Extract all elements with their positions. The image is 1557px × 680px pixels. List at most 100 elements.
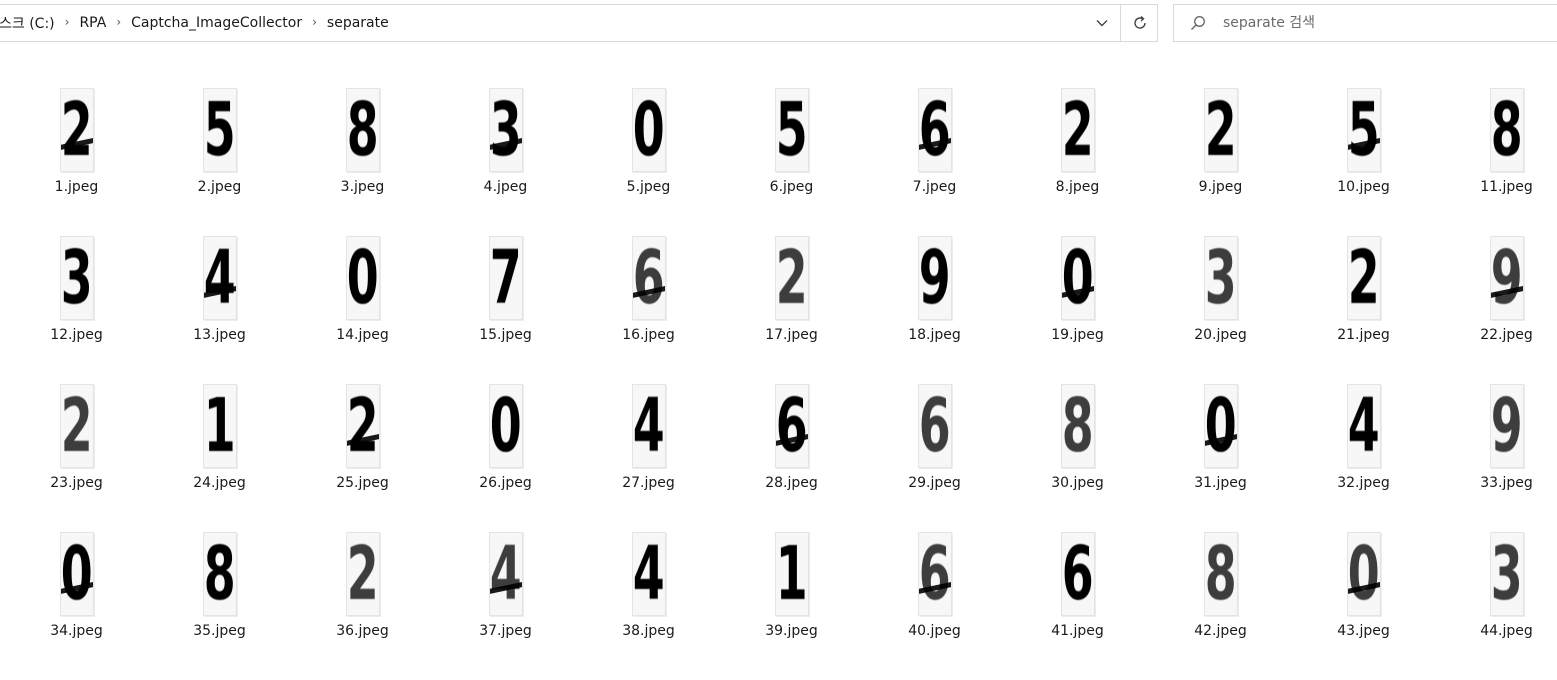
file-item[interactable]: 2 25.jpeg: [291, 384, 434, 532]
file-name: 30.jpeg: [1051, 475, 1104, 491]
file-item[interactable]: 9 33.jpeg: [1435, 384, 1557, 532]
file-name: 13.jpeg: [193, 327, 246, 343]
file-name: 4.jpeg: [483, 179, 528, 195]
breadcrumb-item-drive[interactable]: 스크 (C:): [0, 13, 61, 33]
breadcrumb-item-separate[interactable]: separate: [321, 15, 395, 31]
file-item[interactable]: 3 12.jpeg: [5, 236, 148, 384]
file-name: 44.jpeg: [1480, 623, 1533, 639]
file-thumbnail: 2: [59, 88, 94, 172]
file-item[interactable]: 3 44.jpeg: [1435, 532, 1557, 680]
breadcrumb-item-rpa[interactable]: RPA: [73, 15, 112, 31]
file-name: 6.jpeg: [769, 179, 814, 195]
file-item[interactable]: 2 17.jpeg: [720, 236, 863, 384]
file-thumbnail: 4: [1346, 384, 1381, 468]
file-thumbnail: 5: [202, 88, 237, 172]
refresh-button[interactable]: [1120, 5, 1158, 41]
chevron-down-icon: [1096, 20, 1108, 27]
file-thumbnail: 2: [59, 384, 94, 468]
captcha-glyph: 6: [918, 532, 951, 616]
file-item[interactable]: 7 15.jpeg: [434, 236, 577, 384]
captcha-glyph: 2: [1204, 88, 1237, 172]
chevron-right-icon[interactable]: ›: [308, 15, 321, 29]
search-input[interactable]: [1223, 15, 1543, 31]
file-item[interactable]: 6 7.jpeg: [863, 88, 1006, 236]
file-thumbnail: 6: [1060, 532, 1095, 616]
file-item[interactable]: 4 38.jpeg: [577, 532, 720, 680]
file-item[interactable]: 6 41.jpeg: [1006, 532, 1149, 680]
file-item[interactable]: 6 28.jpeg: [720, 384, 863, 532]
file-thumbnail: 8: [1203, 532, 1238, 616]
file-item[interactable]: 4 27.jpeg: [577, 384, 720, 532]
captcha-glyph: 2: [775, 236, 808, 320]
file-item[interactable]: 0 43.jpeg: [1292, 532, 1435, 680]
search-box[interactable]: [1173, 4, 1557, 42]
file-thumbnail: 0: [59, 532, 94, 616]
chevron-right-icon[interactable]: ›: [112, 15, 125, 29]
file-item[interactable]: 5 10.jpeg: [1292, 88, 1435, 236]
file-item[interactable]: 3 20.jpeg: [1149, 236, 1292, 384]
file-item[interactable]: 4 13.jpeg: [148, 236, 291, 384]
file-name: 38.jpeg: [622, 623, 675, 639]
file-item[interactable]: 2 9.jpeg: [1149, 88, 1292, 236]
file-item[interactable]: 0 19.jpeg: [1006, 236, 1149, 384]
captcha-glyph: 8: [1061, 384, 1094, 468]
file-item[interactable]: 0 34.jpeg: [5, 532, 148, 680]
file-item[interactable]: 0 5.jpeg: [577, 88, 720, 236]
file-item[interactable]: 8 11.jpeg: [1435, 88, 1557, 236]
file-name: 39.jpeg: [765, 623, 818, 639]
file-thumbnail: 4: [488, 532, 523, 616]
file-name: 21.jpeg: [1337, 327, 1390, 343]
file-item[interactable]: 2 36.jpeg: [291, 532, 434, 680]
file-name: 32.jpeg: [1337, 475, 1390, 491]
file-name: 35.jpeg: [193, 623, 246, 639]
captcha-glyph: 0: [60, 532, 93, 616]
file-item[interactable]: 3 4.jpeg: [434, 88, 577, 236]
address-history-button[interactable]: [1086, 5, 1118, 41]
file-item[interactable]: 8 42.jpeg: [1149, 532, 1292, 680]
address-bar[interactable]: 스크 (C:) › RPA › Captcha_ImageCollector ›…: [0, 4, 1158, 42]
captcha-glyph: 9: [1490, 384, 1523, 468]
captcha-glyph: 7: [489, 236, 522, 320]
file-item[interactable]: 9 22.jpeg: [1435, 236, 1557, 384]
file-item[interactable]: 9 18.jpeg: [863, 236, 1006, 384]
file-thumbnail: 2: [345, 532, 380, 616]
file-name: 24.jpeg: [193, 475, 246, 491]
file-name: 28.jpeg: [765, 475, 818, 491]
file-item[interactable]: 0 31.jpeg: [1149, 384, 1292, 532]
file-item[interactable]: 2 8.jpeg: [1006, 88, 1149, 236]
file-item[interactable]: 0 26.jpeg: [434, 384, 577, 532]
file-thumbnail: 6: [774, 384, 809, 468]
file-item[interactable]: 2 23.jpeg: [5, 384, 148, 532]
captcha-glyph: 4: [632, 532, 665, 616]
file-item[interactable]: 6 29.jpeg: [863, 384, 1006, 532]
captcha-glyph: 4: [632, 384, 665, 468]
file-grid: 2 1.jpeg 5 2.jpeg 8 3.jpeg 3 4.jpeg 0 5.jpeg 5 6.jp…: [5, 88, 1557, 680]
file-item[interactable]: 2 1.jpeg: [5, 88, 148, 236]
file-thumbnail: 3: [488, 88, 523, 172]
file-item[interactable]: 0 14.jpeg: [291, 236, 434, 384]
file-item[interactable]: 5 6.jpeg: [720, 88, 863, 236]
captcha-glyph: 3: [1490, 532, 1523, 616]
file-name: 3.jpeg: [340, 179, 385, 195]
file-item[interactable]: 4 37.jpeg: [434, 532, 577, 680]
chevron-right-icon[interactable]: ›: [61, 15, 74, 29]
file-item[interactable]: 1 39.jpeg: [720, 532, 863, 680]
file-item[interactable]: 8 35.jpeg: [148, 532, 291, 680]
file-item[interactable]: 5 2.jpeg: [148, 88, 291, 236]
breadcrumb-item-captcha-imagecollector[interactable]: Captcha_ImageCollector: [125, 15, 308, 31]
captcha-glyph: 2: [346, 532, 379, 616]
file-item[interactable]: 4 32.jpeg: [1292, 384, 1435, 532]
file-name: 43.jpeg: [1337, 623, 1390, 639]
file-item[interactable]: 2 21.jpeg: [1292, 236, 1435, 384]
file-thumbnail: 2: [774, 236, 809, 320]
file-item[interactable]: 6 40.jpeg: [863, 532, 1006, 680]
file-item[interactable]: 6 16.jpeg: [577, 236, 720, 384]
file-item[interactable]: 8 30.jpeg: [1006, 384, 1149, 532]
file-name: 7.jpeg: [912, 179, 957, 195]
file-item[interactable]: 8 3.jpeg: [291, 88, 434, 236]
file-name: 18.jpeg: [908, 327, 961, 343]
file-item[interactable]: 1 24.jpeg: [148, 384, 291, 532]
file-name: 19.jpeg: [1051, 327, 1104, 343]
captcha-glyph: 4: [1347, 384, 1380, 468]
file-name: 16.jpeg: [622, 327, 675, 343]
